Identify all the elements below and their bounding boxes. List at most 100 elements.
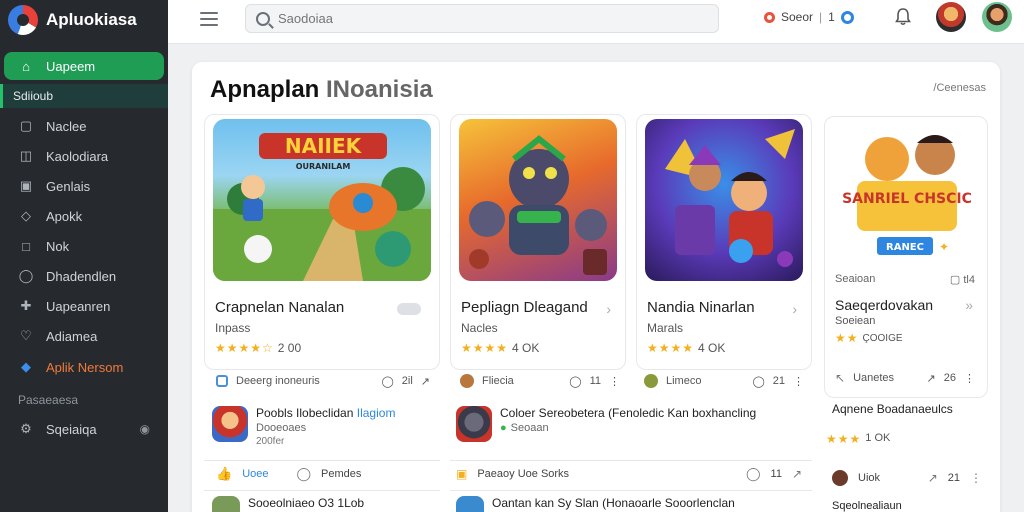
sidebar-item-3[interactable]: ◫ Kaolodiara: [4, 142, 164, 170]
rating-text: 4 OK: [512, 341, 540, 355]
cover-art-graphic: [469, 135, 607, 275]
search-icon: [256, 11, 270, 26]
list-item[interactable]: Poobls Ilobeclidan Ilagiom Dooeoaes 200f…: [212, 406, 438, 447]
game-card[interactable]: NAIIEK OURANILAM Crapnelan Nanalan Inpas…: [204, 114, 440, 370]
sidebar-item-sub[interactable]: Sdiioub: [0, 84, 168, 108]
comment-label[interactable]: Pemdes: [321, 468, 361, 480]
side-user-row: Uiok ↗ 21 ⋮: [832, 470, 982, 486]
sidebar-item-settings[interactable]: ⚙ Sqeiaiqa ◉: [4, 415, 164, 443]
list-item-title: Oantan kan Sy Slan (Honaoarle Sooorlencl…: [492, 496, 735, 510]
chevron-right-icon[interactable]: ›: [792, 301, 797, 317]
share-icon[interactable]: ↗: [792, 467, 802, 481]
sidebar-item-9[interactable]: ♡ Adiamea: [4, 322, 164, 350]
toggle-switch[interactable]: [397, 303, 421, 315]
action-label[interactable]: Paeaoy Uoe Sorks: [477, 468, 569, 480]
comment-icon[interactable]: ◯: [569, 375, 581, 388]
comment-count: 2il: [401, 374, 413, 387]
list-item[interactable]: Coloer Sereobetera (Fenoledic Kan boxhan…: [456, 406, 796, 442]
card-footer: Fliecia ◯ 11 ⋮: [460, 370, 620, 392]
star-rating-icon: ★★★★☆: [215, 341, 274, 355]
comment-icon[interactable]: ◯: [746, 466, 761, 482]
status-dot-icon: ●: [500, 422, 507, 434]
sidebar-item-label: Adiamea: [46, 328, 98, 344]
side-bottom-item[interactable]: Sqeolnealiaun: [832, 500, 902, 512]
list-item[interactable]: Oantan kan Sy Slan (Honaoarle Sooorlencl…: [456, 496, 802, 512]
divider: [450, 490, 812, 491]
card-subtitle: Inpass: [215, 321, 251, 335]
rating-text: 4 OK: [698, 341, 726, 355]
page-title: Apnaplan INoanisia: [210, 76, 433, 104]
sidebar-item-label: Dhadendlen: [46, 268, 117, 284]
like-icon[interactable]: 👍: [216, 466, 232, 482]
gem-icon: [840, 10, 854, 24]
card-rating: ★★★★ 4 OK: [647, 341, 725, 355]
sidebar-item-8[interactable]: ✚ Uapeanren: [4, 292, 164, 320]
card-footer-label: Deeerg inoneuris: [236, 375, 320, 387]
list-item[interactable]: Sooeolniaeo O3 1Lob: [212, 496, 438, 512]
app-name: Apluokiasa: [46, 10, 137, 29]
sidebar-item-label: Nok: [46, 238, 70, 254]
share-icon[interactable]: ↗: [928, 471, 938, 485]
diamond-icon: ◆: [21, 359, 31, 374]
sidebar-item-10[interactable]: ◆ Aplik Nersom: [4, 353, 164, 381]
search-bar[interactable]: [245, 4, 719, 33]
sidebar: Apluokiasa ⌂ Uapeem Sdiioub ▢ Naclee ◫ K…: [0, 0, 168, 512]
more-icon[interactable]: ⋮: [970, 471, 982, 485]
card-top-label: Seaioan: [835, 273, 876, 285]
sidebar-item-2[interactable]: ▢ Naclee: [4, 112, 164, 140]
game-card[interactable]: SANRIEL CHSCIC RANEC ✦ Seaioan ▢ tl4 Sae…: [824, 116, 988, 398]
sidebar-item-7[interactable]: ◯ Dhadendlen: [4, 262, 164, 290]
card-title: Crapnelan Nanalan: [215, 299, 345, 316]
list-item-line2: ● Seoaan: [500, 422, 756, 434]
more-icon[interactable]: ⋮: [609, 375, 620, 388]
user-avatar[interactable]: [982, 2, 1012, 32]
more-icon[interactable]: ⋮: [793, 375, 804, 388]
chevron-right-icon[interactable]: »: [965, 297, 973, 313]
sidebar-item-label: Aplik Nersom: [46, 359, 124, 375]
box-icon: ▢: [19, 118, 33, 133]
list-item-line3: 200fer: [256, 436, 285, 447]
game-card[interactable]: Nandia Ninarlan › Marals ★★★★ 4 OK: [636, 114, 812, 370]
comment-icon[interactable]: ◯: [296, 466, 311, 482]
eye-icon[interactable]: ◉: [140, 422, 150, 436]
share-icon[interactable]: ↗: [927, 372, 936, 385]
user-name[interactable]: Uiok: [858, 472, 880, 484]
comment-icon[interactable]: ◯: [752, 375, 764, 388]
square-icon: □: [22, 238, 30, 254]
game-card[interactable]: Pepliagn Dleagand › Nacles ★★★★ 4 OK: [450, 114, 626, 370]
list-item-title: Coloer Sereobetera (Fenoledic Kan boxhan…: [500, 406, 757, 420]
sidebar-item-5[interactable]: ◇ Apokk: [4, 202, 164, 230]
card-top-count-value: tl4: [963, 274, 975, 286]
page-title-light: INoanisia: [326, 76, 433, 103]
card-footer: Deeerg inoneuris ◯ 2il ↗: [216, 370, 430, 392]
home-icon: ⌂: [22, 58, 30, 74]
coins-indicator[interactable]: Soeor | 1: [764, 10, 854, 24]
menu-icon[interactable]: [200, 12, 218, 26]
comment-icon[interactable]: ◯: [381, 375, 393, 388]
more-icon[interactable]: ⋮: [964, 372, 975, 385]
bell-icon[interactable]: [895, 8, 911, 26]
brand[interactable]: Apluokiasa: [8, 4, 137, 36]
share-icon[interactable]: ↗: [421, 375, 430, 388]
cover-title-text: NAIIEK: [285, 134, 363, 158]
see-all-link[interactable]: /Ceenesas: [933, 82, 986, 94]
like-label[interactable]: Uoee: [242, 468, 268, 480]
avatar[interactable]: [936, 2, 966, 32]
list-item-highlight[interactable]: Ilagiom: [357, 406, 396, 420]
chat-icon: ◯: [18, 268, 34, 283]
coins-count: 1: [828, 10, 835, 24]
rating-text: 2 00: [277, 341, 302, 355]
card-title: Pepliagn Dleagand: [461, 299, 588, 316]
side-rating: ★★★ 1 OK: [826, 432, 890, 446]
list-thumbnail: [456, 406, 492, 442]
sidebar-item-label: Apokk: [46, 208, 83, 224]
tag-icon: ▣: [456, 467, 468, 481]
sidebar-item-6[interactable]: □ Nok: [4, 232, 164, 260]
divider: [204, 460, 440, 461]
star-rating-icon: ★★: [835, 331, 859, 345]
sidebar-item-4[interactable]: ▣ Genlais: [4, 172, 164, 200]
chevron-right-icon[interactable]: ›: [606, 301, 611, 317]
search-input[interactable]: [278, 11, 678, 26]
sidebar-item-label: Naclee: [46, 118, 87, 134]
sidebar-item-home[interactable]: ⌂ Uapeem: [4, 52, 164, 80]
